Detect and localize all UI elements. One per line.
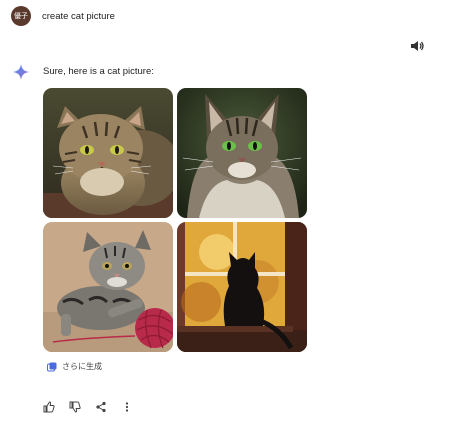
cat-image-tabby[interactable] [43,88,173,218]
speaker-icon[interactable] [410,40,424,52]
response-text: Sure, here is a cat picture: [43,66,154,77]
share-icon[interactable] [95,401,107,413]
gemini-sparkle-icon [13,64,29,80]
avatar[interactable]: 優子 [11,6,31,26]
image-grid [43,88,307,352]
user-message: 優子 create cat picture [11,6,115,26]
user-prompt: create cat picture [42,10,115,22]
thumbs-up-icon[interactable] [43,401,55,413]
more-vert-icon[interactable] [121,401,133,413]
generate-more-label: さらに生成 [62,362,102,371]
cat-image-maine-coon[interactable] [177,88,307,218]
response-actions [43,401,147,413]
cat-image-kitten-yarn[interactable] [43,222,173,352]
generate-image-icon [47,362,57,371]
thumbs-down-icon[interactable] [69,401,81,413]
cat-image-black-cat-window[interactable] [177,222,307,352]
generate-more-button[interactable]: さらに生成 [47,361,102,372]
